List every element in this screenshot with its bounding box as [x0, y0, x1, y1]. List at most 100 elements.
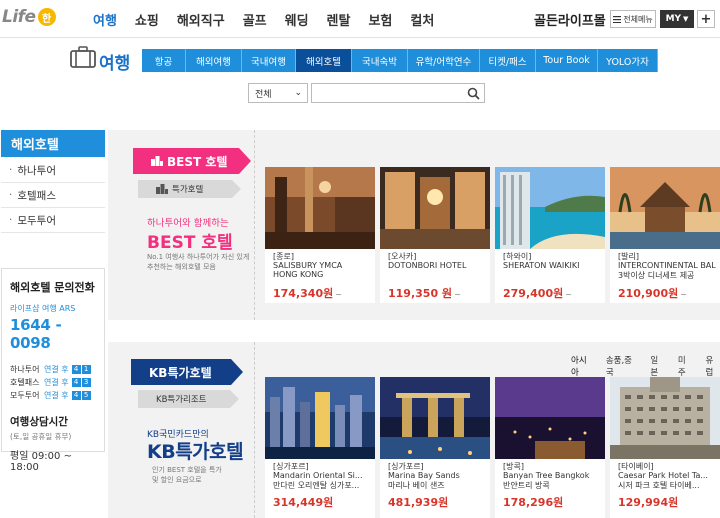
best-promo-title: BEST 호텔 — [147, 233, 233, 253]
all-menu-button[interactable]: 전체메뉴 — [610, 10, 656, 28]
special-hotel-ribbon[interactable]: 특가호텔 — [138, 180, 241, 198]
hotel-price: 314,449원 — [273, 496, 334, 509]
section-divider — [254, 130, 255, 320]
tab-air[interactable]: 항공 — [142, 49, 186, 72]
contact-title: 해외호텔 문의전화 — [10, 281, 95, 294]
contact-box: 해외호텔 문의전화 라이프샵 여행 ARS 1644 - 0098 하나투어 연… — [1, 268, 105, 473]
nav-travel[interactable]: 여행 — [93, 10, 117, 29]
hotel-price: 481,939원 — [388, 496, 449, 509]
nav-insurance[interactable]: 보험 — [368, 10, 392, 29]
hotel-price: 210,900원 ~ — [618, 285, 687, 301]
hotel-name: Caesar Park Hotel Ta... — [618, 471, 708, 480]
nav-wedding[interactable]: 웨딩 — [285, 10, 309, 29]
hotel-photo — [380, 167, 490, 249]
hours-time: 평일 09:00 ~ 18:00 — [10, 451, 72, 473]
hamburger-icon — [613, 15, 622, 23]
hotel-name: SALISBURY YMCA — [273, 261, 343, 270]
hotel-price: 119,350 원 ~ — [388, 285, 461, 301]
sidebar-title: 해외호텔 — [1, 130, 105, 157]
best-promo-subtitle: 하나투어와 함께하는 — [147, 218, 229, 229]
nav-golf[interactable]: 골프 — [243, 10, 267, 29]
nav-rental[interactable]: 렌탈 — [327, 10, 351, 29]
price-suffix: ~ — [680, 290, 687, 299]
section-title: 여행 — [99, 54, 131, 74]
price-suffix: ~ — [454, 290, 461, 299]
contact-row-conn: 연결 후 — [44, 377, 69, 387]
hotel-price: 129,994원 — [618, 496, 679, 509]
hotel-card[interactable]: [하와이] SHERATON WAIKIKI 279,400원 ~ — [495, 167, 605, 303]
tab-study-abroad[interactable]: 유학/어학연수 — [408, 49, 480, 72]
hotel-card[interactable]: [방콕] Banyan Tree Bangkok 반얀트리 방콕 178,296… — [495, 377, 605, 518]
price-suffix: ~ — [335, 290, 342, 299]
search-category-value: 전체 — [255, 89, 272, 100]
search-input[interactable] — [311, 83, 485, 103]
chevron-down-icon: ⌄ — [294, 88, 302, 98]
golden-life-mall-link[interactable]: 골든라이프몰 — [534, 10, 606, 29]
tab-overseas-hotel[interactable]: 해외호텔 — [296, 49, 352, 72]
nav-direct-purchase[interactable]: 해외직구 — [177, 10, 225, 29]
tab-domestic-travel[interactable]: 국내여행 — [242, 49, 296, 72]
logo-text: Life — [2, 7, 36, 27]
best-hotel-ribbon[interactable]: BEST 호텔 — [133, 148, 251, 174]
hotel-card[interactable]: [종로] SALISBURY YMCA HONG KONG 174,340원 ~ — [265, 167, 375, 303]
contact-sub: 라이프샵 여행 ARS — [10, 304, 76, 313]
life-logo[interactable]: Life 한 — [2, 6, 56, 28]
kb-promo-title: KB특가호텔 — [147, 441, 244, 463]
hotel-name-sub: 마리나 베이 샌즈 — [388, 481, 445, 490]
hotel-price-value: 210,900원 — [618, 287, 679, 300]
keypad-key: 1 — [81, 364, 91, 374]
tab-tour-book[interactable]: Tour Book — [536, 49, 598, 72]
hotel-card[interactable]: [싱가포르] Mandarin Oriental Si... 만다린 오리엔탈 … — [265, 377, 375, 518]
hotel-card[interactable]: [싱가포르] Marina Bay Sands 마리나 베이 샌즈 481,93… — [380, 377, 490, 518]
hotel-photo — [610, 377, 720, 459]
hotel-name-sub: 3박이상 디너세트 제공 — [618, 271, 695, 280]
hotel-card[interactable]: [발리] INTERCONTINENTAL BALI 3박이상 디너세트 제공 … — [610, 167, 720, 303]
hotel-price: 174,340원 ~ — [273, 285, 342, 301]
suitcase-icon — [70, 46, 96, 68]
my-label: MY — [665, 14, 682, 24]
hours-title: 여행상담시간 — [10, 416, 68, 428]
logo-badge: 한 — [37, 8, 56, 26]
hotel-price-value: 119,350 원 — [388, 287, 453, 300]
hotel-name: Banyan Tree Bangkok — [503, 471, 590, 480]
hotel-name: DOTONBORI HOTEL — [388, 261, 467, 270]
plus-button[interactable]: + — [697, 10, 715, 28]
hotel-card[interactable]: [오사카] DOTONBORI HOTEL 119,350 원 ~ — [380, 167, 490, 303]
keypad-key: 4 — [71, 390, 81, 400]
hotel-photo — [265, 377, 375, 459]
kb-resort-ribbon[interactable]: KB특가리조트 — [138, 390, 239, 408]
nav-shopping[interactable]: 쇼핑 — [135, 10, 159, 29]
keypad-key: 4 — [71, 364, 81, 374]
tab-overseas-travel[interactable]: 해외여행 — [186, 49, 242, 72]
nav-culture[interactable]: 컬처 — [410, 10, 434, 29]
kb-resort-ribbon-label: KB특가리조트 — [156, 395, 207, 405]
kb-hotel-ribbon[interactable]: KB특가호텔 — [131, 359, 243, 385]
tab-yolo[interactable]: YOLO가자 — [598, 49, 658, 72]
all-menu-label: 전체메뉴 — [623, 14, 653, 24]
best-hotel-ribbon-label: BEST 호텔 — [167, 154, 228, 169]
hotel-photo — [610, 167, 720, 249]
hotel-name-sub: 반얀트리 방콕 — [503, 481, 550, 490]
tab-ticket-pass[interactable]: 티켓/패스 — [480, 49, 536, 72]
hotel-photo — [495, 167, 605, 249]
hotel-photo — [380, 377, 490, 459]
keypad-key: 4 — [71, 377, 81, 387]
search-icon[interactable] — [467, 87, 480, 100]
tab-domestic-stay[interactable]: 국내숙박 — [352, 49, 408, 72]
contact-row: 모두투어 연결 후 4 5 — [10, 390, 96, 400]
sidebar-menu: 하나투어 호텔패스 모두투어 — [1, 158, 105, 233]
hotel-name-sub: 만다린 오리엔탈 싱가포... — [273, 481, 360, 490]
search-category-select[interactable]: 전체 ⌄ — [248, 83, 308, 103]
sidebar-item-hanatour[interactable]: 하나투어 — [1, 158, 105, 183]
contact-row-label: 모두투어 — [10, 390, 40, 400]
sidebar-item-modetour[interactable]: 모두투어 — [1, 208, 105, 233]
building-icon — [156, 184, 168, 194]
hotel-name: Marina Bay Sands — [388, 471, 460, 480]
hotel-price-value: 174,340원 — [273, 287, 334, 300]
kb-hotel-ribbon-label: KB특가호텔 — [149, 365, 212, 380]
my-button[interactable]: MY ▼ — [660, 10, 694, 28]
hotel-name-sub: 시저 파크 호텔 타이베... — [618, 481, 700, 490]
hotel-card[interactable]: [타이베이] Caesar Park Hotel Ta... 시저 파크 호텔 … — [610, 377, 720, 518]
sidebar-item-hotelpass[interactable]: 호텔패스 — [1, 183, 105, 208]
special-hotel-ribbon-label: 특가호텔 — [172, 185, 204, 195]
